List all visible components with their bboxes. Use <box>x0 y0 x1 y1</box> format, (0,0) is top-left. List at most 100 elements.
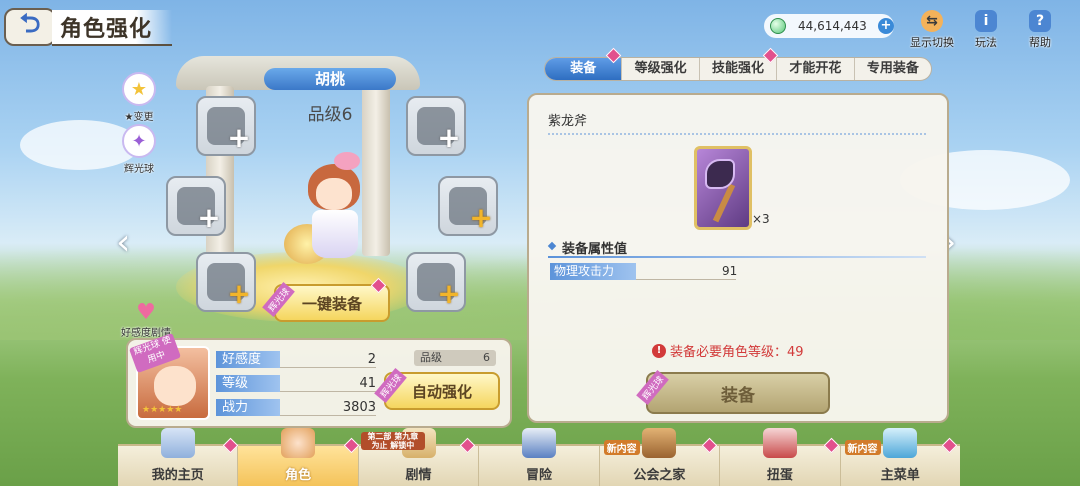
tab-label: 等级强化 <box>634 61 687 76</box>
add-equip-icon: + <box>437 121 461 154</box>
help-icon: ? <box>1029 10 1051 32</box>
stat-value: 41 <box>359 376 376 391</box>
new-content-badge: 新内容 <box>603 440 640 455</box>
item-name: 紫龙斧 <box>548 114 588 129</box>
equip-button-label: 装备 <box>721 385 755 406</box>
gameplay-button[interactable]: i 玩法 <box>958 10 1014 50</box>
tab-skill-enhance[interactable]: 技能强化 <box>700 58 778 80</box>
heart-icon: ♥ <box>136 300 156 325</box>
nav-label: 剧情 <box>405 468 432 483</box>
page-title: 角色强化 <box>60 17 153 42</box>
nav-label: 扭蛋 <box>766 468 793 483</box>
rank-label: 品级 <box>420 351 442 364</box>
stat-value: 3803 <box>342 400 376 415</box>
add-equip-icon: + <box>437 277 461 310</box>
add-equip-icon: + <box>227 277 251 310</box>
rank-box: 品级 6 <box>414 350 496 366</box>
one-key-equip-label: 一键装备 <box>301 294 362 313</box>
display-switch-label: 显示切换 <box>910 36 954 49</box>
equip-slot-4[interactable]: + <box>438 176 498 236</box>
back-arrow-icon: ⮌ <box>19 9 41 39</box>
character-rank: 品级6 <box>307 105 353 125</box>
story-unlock-badge: 第二部 第九章为止 解锁中 <box>360 432 425 450</box>
stat-row-power: 战力 3803 <box>216 399 376 416</box>
prev-character-arrow-icon[interactable]: ‹ <box>116 225 136 261</box>
stat-label: 战力 <box>216 399 280 416</box>
star-rank-icon: ★★★★★ <box>142 405 183 415</box>
hair-bow <box>334 152 360 170</box>
add-equip-icon: + <box>197 201 221 234</box>
nav-story[interactable]: 第二部 第九章为止 解锁中 剧情 <box>359 428 480 486</box>
nav-main-menu[interactable]: 新内容 主菜单 <box>841 428 960 486</box>
nav-label: 我的主页 <box>151 468 204 483</box>
nav-guild-house[interactable]: 新内容 公会之家 <box>600 428 721 486</box>
info-icon: i <box>975 10 997 32</box>
tab-label: 才能开花 <box>789 61 842 76</box>
equip-button[interactable]: 装备 <box>646 372 830 414</box>
gacha-machine-icon <box>762 428 797 458</box>
enhance-tabs: 装备 等级强化 技能强化 才能开花 专用装备 <box>544 57 932 81</box>
affection-story-button[interactable]: ♥ 好感度剧情 <box>118 300 174 340</box>
back-button[interactable]: ⮌ <box>4 8 56 46</box>
divider <box>548 133 926 135</box>
nav-label: 主菜单 <box>880 468 920 483</box>
character-sprite[interactable] <box>284 150 380 270</box>
add-equip-icon: + <box>227 121 251 154</box>
warning-text: 装备必要角色等级：49 <box>670 345 804 360</box>
equip-slot-1[interactable]: + <box>196 96 256 156</box>
purple-dragon-axe-icon[interactable] <box>694 146 752 230</box>
level-requirement-warning: ! 装备必要角色等级：49 <box>652 341 804 360</box>
crystal-icon <box>883 428 918 458</box>
portrait-face <box>154 366 196 406</box>
jewel-count: 44,614,443 <box>798 19 867 33</box>
castle-icon <box>160 428 195 458</box>
nav-character[interactable]: 角色 <box>238 428 359 486</box>
star-change-label: ★变更 <box>124 112 154 123</box>
help-button[interactable]: ? 帮助 <box>1012 10 1068 50</box>
tab-label: 技能强化 <box>712 61 765 76</box>
stat-value: 2 <box>367 352 376 367</box>
character-body <box>312 210 358 258</box>
sword-shield-icon <box>521 428 556 458</box>
tab-level-enhance[interactable]: 等级强化 <box>622 58 700 80</box>
item-count: ×3 <box>752 212 770 226</box>
gameplay-label: 玩法 <box>975 36 997 49</box>
nav-adventure[interactable]: 冒险 <box>479 428 600 486</box>
nav-my-home[interactable]: 我的主页 <box>118 428 239 486</box>
tab-unique-equipment[interactable]: 专用装备 <box>855 58 931 80</box>
stat-label: 等级 <box>216 375 280 392</box>
nav-gacha[interactable]: 扭蛋 <box>720 428 841 486</box>
glow-orb-label: 辉光球 <box>124 164 154 175</box>
stat-row-level: 等级 41 <box>216 375 376 392</box>
stat-row-affection: 好感度 2 <box>216 351 376 368</box>
auto-enhance-label: 自动强化 <box>411 382 472 401</box>
equip-slot-2[interactable]: + <box>406 96 466 156</box>
add-equip-icon: + <box>469 201 493 234</box>
glow-orb-icon: ✦ <box>122 124 156 158</box>
stat-label: 好感度 <box>216 351 280 368</box>
door-icon <box>642 428 677 458</box>
glow-orb-button[interactable]: ✦ 辉光球 <box>118 124 160 175</box>
character-icon <box>281 428 316 458</box>
star-change-icon: ★ <box>122 72 156 106</box>
tab-label: 装备 <box>570 61 597 76</box>
equip-slot-3[interactable]: + <box>166 176 226 236</box>
nav-label: 角色 <box>285 468 312 483</box>
nav-label: 公会之家 <box>633 468 686 483</box>
display-switch-button[interactable]: ⇆ 显示切换 <box>904 10 960 50</box>
warning-icon: ! <box>652 343 666 358</box>
jewel-currency: 44,614,443 + <box>764 14 894 38</box>
attr-value: 91 <box>722 264 738 278</box>
tab-talent-bloom[interactable]: 才能开花 <box>777 58 855 80</box>
new-content-badge: 新内容 <box>844 440 881 455</box>
equip-slot-6[interactable]: + <box>406 252 466 312</box>
add-jewel-icon[interactable]: + <box>878 18 894 34</box>
star-change-button[interactable]: ★ ★变更 <box>118 72 160 123</box>
tab-label: 专用装备 <box>866 61 919 76</box>
divider <box>548 256 926 258</box>
attributes-section-title: 装备属性值 <box>562 242 628 257</box>
help-label: 帮助 <box>1029 36 1051 49</box>
character-name: 胡桃 <box>264 68 396 90</box>
jewel-icon <box>770 18 786 34</box>
equip-slot-5[interactable]: + <box>196 252 256 312</box>
